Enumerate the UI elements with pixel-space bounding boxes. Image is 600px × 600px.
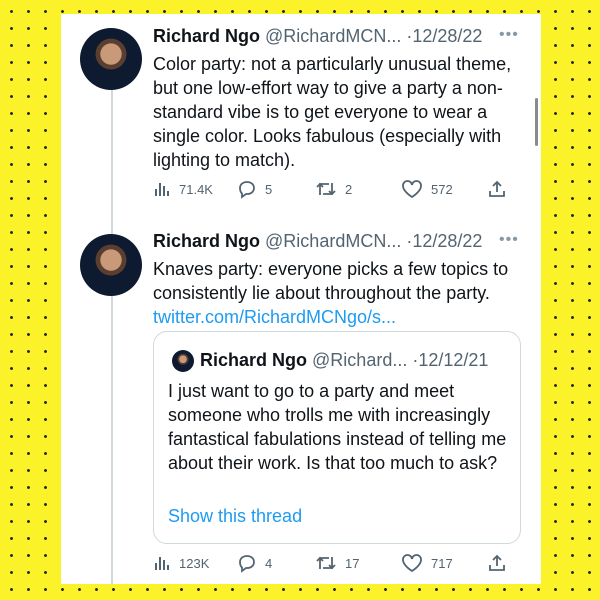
views-icon — [155, 557, 169, 570]
tweet-actions: 71.4K 5 2 572 — [153, 177, 513, 201]
quote-text: I just want to go to a party and meet so… — [168, 381, 507, 473]
reply-count: 5 — [265, 181, 273, 197]
quote-author-name[interactable]: Richard Ngo — [200, 350, 307, 370]
reply-action[interactable]: 5 — [237, 177, 272, 201]
tweet-text: Knaves party: everyone picks a few topic… — [153, 257, 533, 329]
tweet-body: Knaves party: everyone picks a few topic… — [153, 259, 509, 303]
reply-action[interactable]: 4 — [237, 551, 272, 575]
tweet-actions: 123K 4 17 717 — [153, 551, 513, 575]
retweet-action[interactable]: 2 — [315, 177, 352, 201]
avatar[interactable] — [80, 234, 142, 296]
retweet-action[interactable]: 17 — [315, 551, 359, 575]
retweet-icon — [316, 182, 336, 196]
views-count: 123K — [179, 555, 210, 571]
views-icon — [155, 183, 169, 196]
tweet-link[interactable]: twitter.com/RichardMCNgo/s... — [153, 307, 396, 327]
avatar[interactable] — [80, 28, 142, 90]
quote-author-handle[interactable]: @Richard... — [312, 350, 407, 370]
views-action[interactable]: 71.4K — [153, 177, 213, 201]
more-options-icon[interactable]: ••• — [499, 231, 519, 249]
heart-icon — [402, 180, 422, 199]
views-count: 71.4K — [179, 181, 213, 197]
quote-header: Richard Ngo @Richard... ·12/12/21 — [200, 350, 488, 371]
views-action[interactable]: 123K — [153, 551, 209, 575]
show-thread-link[interactable]: Show this thread — [168, 506, 302, 527]
retweet-count: 2 — [345, 181, 353, 197]
thread-connector-line — [111, 84, 113, 584]
tweet-text: Color party: not a particularly unusual … — [153, 54, 512, 170]
tweet-header: Richard Ngo @RichardMCN... ·12/28/22 — [153, 230, 482, 252]
reply-icon — [239, 181, 255, 199]
author-handle[interactable]: @RichardMCN... — [265, 231, 401, 251]
more-options-icon[interactable]: ••• — [499, 26, 519, 44]
reply-count: 4 — [265, 555, 273, 571]
quoted-tweet[interactable]: Richard Ngo @Richard... ·12/12/21 I just… — [153, 331, 521, 544]
quote-date[interactable]: 12/12/21 — [418, 350, 488, 370]
author-name[interactable]: Richard Ngo — [153, 26, 260, 46]
author-handle[interactable]: @RichardMCN... — [265, 26, 401, 46]
retweet-icon — [316, 556, 336, 570]
like-action[interactable]: 717 — [401, 551, 453, 575]
share-icon — [489, 554, 505, 571]
retweet-count: 17 — [345, 555, 360, 571]
like-count: 572 — [431, 181, 453, 197]
scrollbar[interactable] — [535, 98, 538, 146]
like-action[interactable]: 572 — [401, 177, 453, 201]
share-icon — [489, 180, 505, 197]
tweet-header: Richard Ngo @RichardMCN... ·12/28/22 — [153, 25, 482, 47]
share-action[interactable] — [487, 177, 507, 201]
tweet-date[interactable]: 12/28/22 — [412, 26, 482, 46]
heart-icon — [402, 554, 422, 573]
share-action[interactable] — [487, 551, 507, 575]
avatar[interactable] — [172, 350, 194, 372]
like-count: 717 — [431, 555, 453, 571]
tweet-date[interactable]: 12/28/22 — [412, 231, 482, 251]
author-name[interactable]: Richard Ngo — [153, 231, 260, 251]
reply-icon — [239, 555, 255, 573]
